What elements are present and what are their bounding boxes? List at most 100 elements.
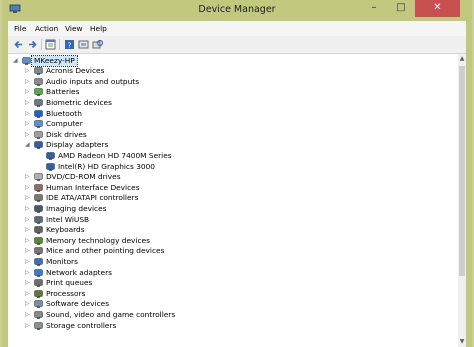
help-icon[interactable]: ? bbox=[64, 39, 75, 50]
usb-icon bbox=[34, 215, 43, 224]
client-area: File Action View Help ? ◢ MKeezy-HP ▷ Ac… bbox=[8, 21, 466, 347]
expand-toggle[interactable]: ▷ bbox=[25, 204, 33, 214]
vertical-scrollbar[interactable]: ▲ ▼ bbox=[458, 54, 466, 347]
tree-item-label: Acronis Devices bbox=[46, 66, 105, 76]
collapse-toggle[interactable]: ◢ bbox=[25, 140, 33, 150]
storage-icon bbox=[34, 321, 43, 330]
software-icon bbox=[34, 300, 43, 309]
display-icon bbox=[46, 152, 55, 160]
tree-item-label: Imaging devices bbox=[46, 203, 107, 213]
title-bar[interactable]: Device Manager – □ ✕ bbox=[2, 0, 472, 21]
minimize-button[interactable]: – bbox=[361, 0, 387, 17]
expand-toggle[interactable]: ▷ bbox=[25, 119, 33, 129]
display-icon bbox=[46, 162, 55, 171]
toolbar-separator bbox=[41, 39, 42, 50]
forward-arrow-icon[interactable] bbox=[27, 39, 38, 50]
tree-item-label: DVD/CD-ROM drives bbox=[46, 172, 121, 182]
scroll-up-arrow[interactable]: ▲ bbox=[458, 54, 466, 64]
expand-toggle[interactable]: ▷ bbox=[25, 215, 33, 225]
tree-item-label: Intel WiUSB bbox=[46, 214, 90, 224]
scroll-down-arrow[interactable]: ▼ bbox=[458, 337, 466, 347]
mouse-icon bbox=[34, 247, 43, 256]
expand-toggle[interactable]: ▷ bbox=[25, 109, 33, 119]
svg-text:?: ? bbox=[68, 42, 72, 50]
toolbar-separator bbox=[59, 39, 60, 50]
tree-item-label: Processors bbox=[46, 288, 86, 298]
expand-toggle[interactable]: ▷ bbox=[25, 299, 33, 309]
tree-item-label: Intel(R) HD Graphics 3000 bbox=[58, 161, 156, 171]
battery-icon bbox=[34, 88, 43, 97]
menu-action[interactable]: Action bbox=[35, 24, 58, 33]
tree-item-label: IDE ATA/ATAPI controllers bbox=[46, 193, 139, 203]
expand-toggle[interactable]: ▷ bbox=[25, 268, 33, 278]
tree-item-label: Software devices bbox=[46, 299, 110, 309]
expand-toggle[interactable]: ▷ bbox=[25, 130, 33, 140]
monitor-icon bbox=[34, 258, 43, 266]
expand-toggle[interactable]: ▷ bbox=[25, 321, 33, 331]
tree-item-label: Biometric devices bbox=[46, 97, 112, 107]
expand-toggle[interactable]: ▷ bbox=[25, 87, 33, 97]
dvd-icon bbox=[34, 173, 43, 181]
menu-view[interactable]: View bbox=[65, 24, 83, 33]
network-icon bbox=[34, 268, 43, 277]
maximize-button[interactable]: □ bbox=[388, 0, 414, 17]
expand-toggle[interactable]: ▷ bbox=[25, 183, 33, 193]
tree-item-label: Audio inputs and outputs bbox=[46, 76, 140, 86]
expand-toggle[interactable]: ▷ bbox=[25, 66, 33, 76]
display-icon bbox=[34, 141, 43, 150]
memory-icon bbox=[34, 236, 43, 245]
device-icon bbox=[34, 67, 43, 75]
tree-item-label: Disk drives bbox=[46, 129, 87, 139]
tree-item-label: Computer bbox=[46, 119, 83, 129]
expand-toggle[interactable]: ▷ bbox=[25, 236, 33, 246]
menu-help[interactable]: Help bbox=[90, 24, 107, 33]
tree-item-label: Storage controllers bbox=[46, 320, 117, 330]
tree-item-label: Mice and other pointing devices bbox=[46, 246, 165, 256]
scan-hardware-icon[interactable] bbox=[92, 39, 103, 50]
expand-toggle[interactable]: ▷ bbox=[25, 172, 33, 182]
processor-icon bbox=[34, 289, 43, 298]
expand-toggle[interactable]: ▷ bbox=[25, 246, 33, 256]
controller-icon bbox=[34, 194, 43, 203]
camera-icon bbox=[34, 205, 43, 213]
menu-file[interactable]: File bbox=[14, 24, 26, 33]
device-tree[interactable]: ◢ MKeezy-HP ▷ Acronis Devices ▷ Audio inputs … bbox=[8, 54, 458, 347]
speaker-icon bbox=[34, 77, 43, 86]
show-hidden-icon[interactable] bbox=[78, 39, 89, 50]
keyboard-icon bbox=[34, 226, 43, 234]
tree-item-label: AMD Radeon HD 7400M Series bbox=[58, 150, 172, 160]
expand-toggle[interactable]: ▷ bbox=[25, 98, 33, 108]
collapse-toggle[interactable]: ◢ bbox=[13, 56, 21, 66]
computer-icon bbox=[22, 56, 31, 65]
fingerprint-icon bbox=[34, 99, 43, 107]
tree-item-label: Batteries bbox=[46, 87, 80, 97]
tree-item-label: Network adapters bbox=[46, 267, 112, 277]
tree-item-label: Bluetooth bbox=[46, 108, 82, 118]
disk-icon bbox=[34, 130, 43, 139]
expand-toggle[interactable]: ▷ bbox=[25, 225, 33, 235]
toolbar: ? bbox=[8, 36, 466, 54]
computer-icon bbox=[34, 120, 43, 128]
tree-item-label: Monitors bbox=[46, 256, 78, 266]
tree-item-label: Display adapters bbox=[46, 140, 109, 150]
bluetooth-icon bbox=[34, 109, 43, 118]
printer-icon bbox=[34, 279, 43, 287]
properties-icon[interactable] bbox=[45, 39, 56, 50]
expand-toggle[interactable]: ▷ bbox=[25, 310, 33, 320]
expand-toggle[interactable]: ▷ bbox=[25, 278, 33, 288]
expand-toggle[interactable]: ▷ bbox=[25, 257, 33, 267]
tree-item-label: Sound, video and game controllers bbox=[46, 309, 176, 319]
expand-toggle[interactable]: ▷ bbox=[25, 289, 33, 299]
back-arrow-icon[interactable] bbox=[13, 39, 24, 50]
scrollbar-thumb[interactable] bbox=[459, 66, 465, 276]
expand-toggle[interactable]: ▷ bbox=[25, 77, 33, 87]
tree-item-label: MKeezy-HP bbox=[31, 54, 78, 67]
tree-item-label: Memory technology devices bbox=[46, 235, 150, 245]
tree-item-label: Print queues bbox=[46, 278, 93, 288]
hid-icon bbox=[34, 183, 43, 192]
close-button[interactable]: ✕ bbox=[415, 0, 460, 17]
menu-bar: File Action View Help bbox=[8, 21, 466, 37]
expand-toggle[interactable]: ▷ bbox=[25, 193, 33, 203]
device-manager-window: Device Manager – □ ✕ File Action View He… bbox=[2, 0, 472, 347]
tree-item-label: Keyboards bbox=[46, 225, 85, 235]
